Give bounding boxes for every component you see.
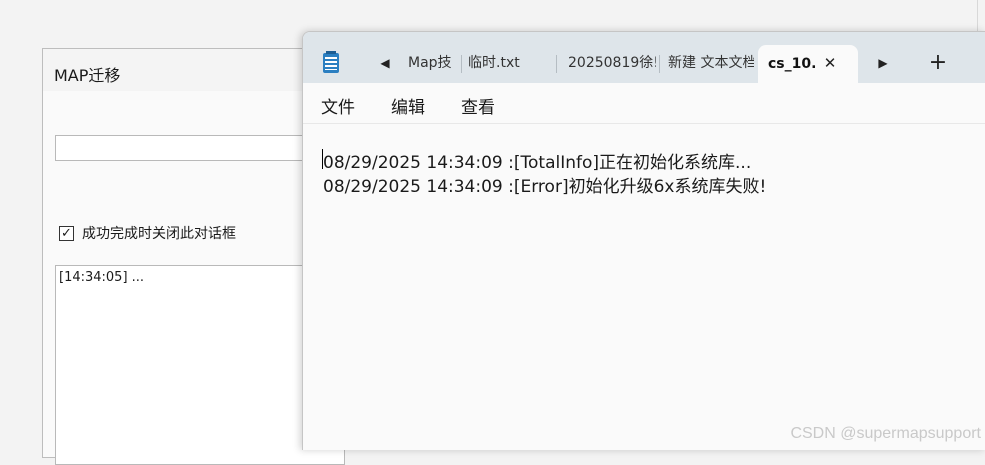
triangle-left-icon: ◀ — [380, 56, 390, 70]
menu-view[interactable]: 查看 — [461, 93, 495, 118]
dialog-title: MAP迁移 — [54, 66, 121, 85]
tab-separator — [461, 55, 462, 73]
triangle-right-icon: ▶ — [878, 56, 888, 70]
close-on-success-checkbox[interactable]: ✓ — [59, 225, 74, 241]
scroll-tabs-right-button[interactable]: ▶ — [873, 52, 893, 74]
tab-cs10-active[interactable]: cs_10. ✕ — [758, 45, 858, 83]
close-on-success-label: 成功完成时关闭此对话框 — [82, 226, 236, 242]
close-icon[interactable]: ✕ — [820, 53, 840, 73]
notepad-window: ◀ Map技 临时.txt 20250819徐! 新建 文本文档 cs_10. … — [302, 31, 985, 450]
log-line: [14:34:05] ... — [59, 270, 145, 285]
tab-new-text-document[interactable]: 新建 文本文档 — [668, 50, 754, 76]
notepad-icon — [323, 51, 339, 73]
tab-map[interactable]: Map技 — [408, 50, 458, 76]
watermark: CSDN @supermapsupport — [790, 425, 981, 442]
scroll-tabs-left-button[interactable]: ◀ — [375, 52, 395, 74]
text-editor[interactable]: 08/29/2025 14:34:09 :[TotalInfo]正在初始化系统库… — [303, 124, 985, 450]
tab-separator — [556, 55, 557, 73]
editor-line: 08/29/2025 14:34:09 :[Error]初始化升级6x系统库失败… — [323, 177, 767, 197]
close-on-success-option[interactable]: ✓ 成功完成时关闭此对话框 — [59, 223, 236, 243]
plus-icon[interactable]: + — [927, 52, 949, 74]
active-tab-label: cs_10. — [768, 56, 817, 72]
menu-edit[interactable]: 编辑 — [391, 93, 425, 118]
notepad-titlebar: ◀ Map技 临时.txt 20250819徐! 新建 文本文档 cs_10. … — [303, 32, 985, 83]
tab-20250819[interactable]: 20250819徐! — [568, 50, 656, 76]
tab-temp-txt[interactable]: 临时.txt — [468, 50, 548, 76]
tab-separator — [659, 55, 660, 73]
editor-line: 08/29/2025 14:34:09 :[TotalInfo]正在初始化系统库… — [323, 153, 752, 173]
menu-file[interactable]: 文件 — [321, 93, 355, 118]
checkmark-icon: ✓ — [61, 225, 72, 241]
menu-bar: 文件 编辑 查看 — [303, 83, 985, 124]
map-migration-dialog: MAP迁移 ✓ 成功完成时关闭此对话框 [14:34:05] ... — [42, 48, 345, 465]
